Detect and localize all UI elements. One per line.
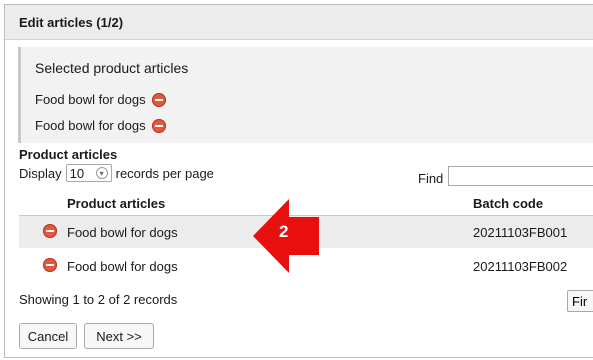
find-label: Find	[418, 171, 444, 186]
selected-articles-panel: Selected product articles Food bowl for …	[18, 47, 593, 143]
display-label: Display	[19, 165, 62, 181]
column-header-product-articles[interactable]: Product articles	[67, 196, 165, 211]
remove-icon[interactable]	[151, 118, 166, 133]
find-input[interactable]	[448, 166, 593, 186]
cancel-button[interactable]: Cancel	[19, 323, 77, 349]
column-header-batch-code[interactable]: Batch code	[473, 196, 543, 211]
selected-article-item: Food bowl for dogs	[35, 118, 166, 133]
cell-batch-code: 20211103FB002	[473, 259, 568, 274]
annotation-step-number: 2	[279, 222, 289, 241]
records-per-page-control: Display 10 ▾ records per page	[19, 164, 214, 182]
dialog-title: Edit articles (1/2)	[19, 15, 124, 30]
remove-icon[interactable]	[43, 258, 57, 272]
selected-articles-heading: Selected product articles	[35, 60, 189, 76]
product-articles-title: Product articles	[19, 147, 118, 162]
selected-article-label: Food bowl for dogs	[35, 118, 146, 133]
selected-article-item: Food bowl for dogs	[35, 92, 166, 107]
remove-icon[interactable]	[43, 224, 57, 238]
remove-icon[interactable]	[151, 92, 166, 107]
find-button[interactable]: Fir	[567, 290, 593, 312]
cell-product-name: Food bowl for dogs	[67, 225, 178, 240]
cell-product-name: Food bowl for dogs	[67, 259, 178, 274]
records-per-page-select[interactable]: 10 ▾	[65, 164, 112, 182]
next-button[interactable]: Next >>	[84, 323, 154, 349]
cell-batch-code: 20211103FB001	[473, 225, 568, 240]
edit-articles-dialog: Edit articles (1/2) Selected product art…	[4, 4, 593, 358]
selected-article-label: Food bowl for dogs	[35, 92, 146, 107]
chevron-down-icon: ▾	[95, 167, 108, 179]
records-info: Showing 1 to 2 of 2 records	[19, 292, 178, 307]
dialog-titlebar: Edit articles (1/2)	[5, 5, 593, 40]
records-per-page-suffix: records per page	[115, 165, 214, 181]
records-per-page-value: 10	[69, 165, 85, 181]
